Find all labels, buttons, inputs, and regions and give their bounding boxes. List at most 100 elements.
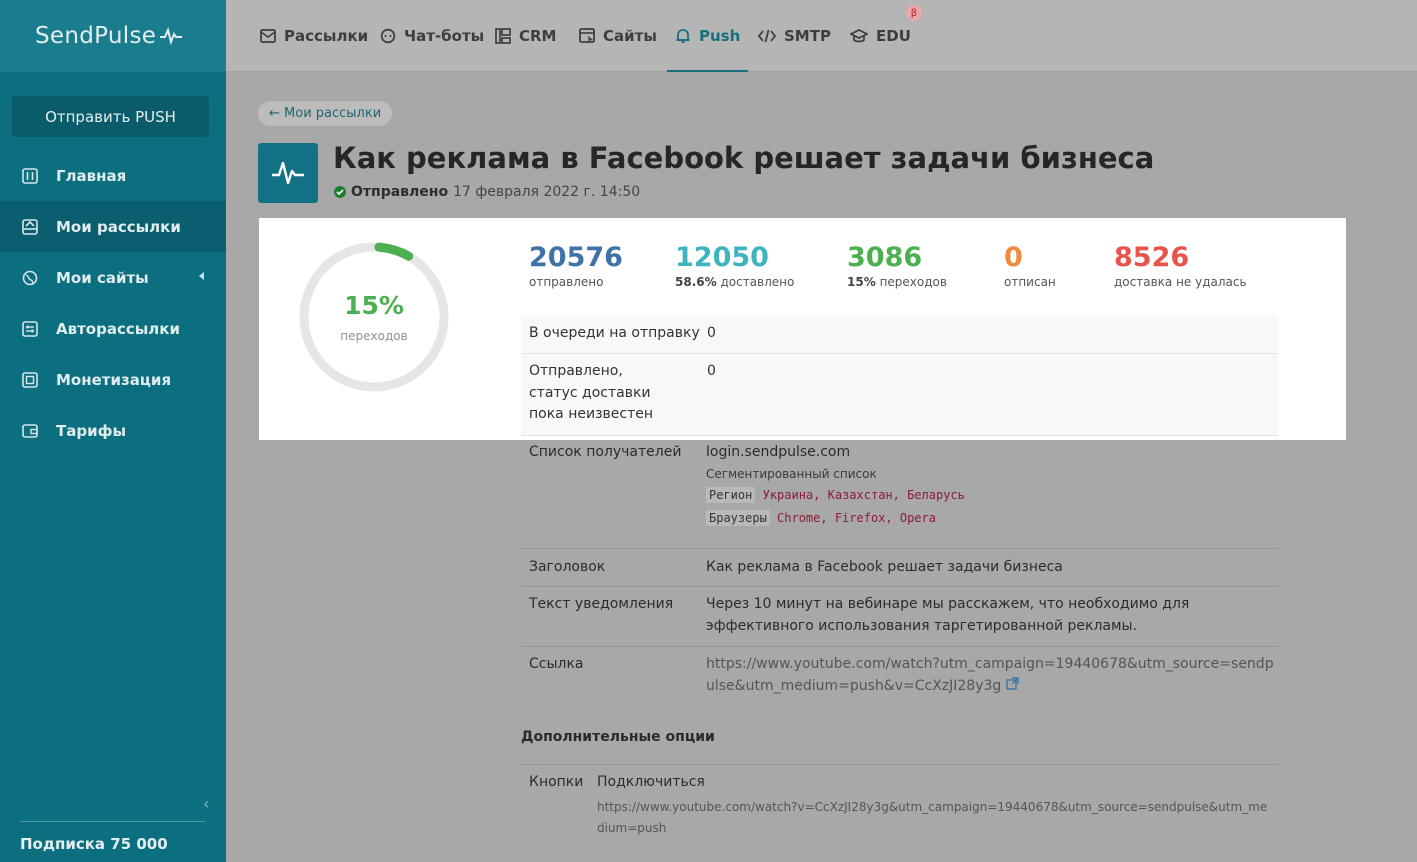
tab-label: EDU [876, 27, 911, 45]
push-button-url[interactable]: https://www.youtube.com/watch?v=CcXzJI28… [597, 797, 1272, 839]
check-circle-icon [334, 186, 346, 198]
wallet-icon [21, 422, 39, 440]
send-push-button[interactable]: Отправить PUSH [12, 96, 209, 137]
stat-delivered: 12050 58.6% доставлено [675, 241, 794, 289]
row-value: Как реклама в Facebook решает задачи биз… [706, 559, 1063, 575]
stat-label: доставка не удалась [1114, 275, 1247, 289]
row-value: 0 [707, 363, 716, 379]
notification-link[interactable]: https://www.youtube.com/watch?utm_campai… [706, 656, 1274, 694]
row-key: Кнопки [529, 774, 584, 790]
sidebar: SendPulse Отправить PUSH Главная Мои рас… [0, 0, 226, 862]
sidebar-item-home[interactable]: Главная [0, 150, 226, 201]
campaign-details: Список получателей login.sendpulse.com С… [521, 440, 1278, 707]
gauge-progress-arc [374, 242, 414, 261]
sidebar-item-label: Мои сайты [56, 268, 149, 287]
stat-number: 3086 [847, 242, 923, 273]
region-chip: Регион [706, 487, 756, 503]
tab-label: CRM [519, 27, 557, 45]
row-key: Текст уведомления [529, 596, 674, 612]
external-link-icon[interactable] [1006, 676, 1019, 694]
queue-table: В очереди на отправку 0 Отправлено, стат… [521, 316, 1278, 436]
row-value: login.sendpulse.com Сегментированный спи… [706, 442, 1278, 548]
stat-label: отправлено [529, 275, 604, 289]
gauge-label: переходов [340, 329, 408, 343]
stat-clicks: 3086 15% переходов [847, 241, 947, 289]
row-value: Через 10 минут на вебинаре мы расскажем,… [706, 596, 1190, 634]
graduation-cap-icon [850, 29, 868, 43]
site-icon [579, 28, 595, 44]
row-value: https://www.youtube.com/watch?utm_campai… [706, 654, 1278, 707]
tab-smtp[interactable]: SMTP [758, 0, 831, 72]
sidebar-item-label: Монетизация [56, 370, 172, 389]
row-key: В очереди на отправку [529, 325, 700, 341]
pulse-icon [160, 27, 183, 45]
sidebar-item-monetization[interactable]: Монетизация [0, 354, 226, 405]
tab-label: Рассылки [284, 27, 369, 45]
row-value: 0 [707, 325, 716, 341]
logo-text: SendPulse [35, 23, 157, 49]
tab-crm[interactable]: CRM [495, 0, 557, 72]
inbox-icon [21, 218, 39, 236]
browser-chip: Браузеры [706, 509, 770, 526]
status-label: Отправлено [351, 184, 449, 200]
subscription-label[interactable]: Подписка 75 000 [20, 835, 168, 853]
sidebar-divider [20, 821, 205, 822]
stat-number: 20576 [529, 242, 623, 273]
stat-label: отписан [1004, 275, 1056, 289]
table-row: В очереди на отправку 0 [521, 316, 1278, 354]
logo[interactable]: SendPulse [0, 0, 226, 72]
stat-number: 8526 [1114, 242, 1190, 273]
region-values: Украина, Казахстан, Беларусь [762, 488, 965, 502]
automation-icon [21, 320, 39, 338]
bell-icon [675, 28, 691, 44]
stat-delivery-failed: 8526 доставка не удалась [1114, 241, 1247, 289]
table-row: Текст уведомления Через 10 минут на веби… [521, 587, 1278, 647]
sidebar-item-auto-campaigns[interactable]: Авторассылки [0, 303, 226, 354]
stat-percent: 15% [847, 275, 876, 289]
buttons-row: Кнопки Подключиться https://www.youtube.… [521, 764, 1278, 835]
mail-icon [260, 29, 276, 43]
tab-push[interactable]: Push [666, 0, 749, 72]
stat-percent: 58.6% [675, 275, 717, 289]
collapse-sidebar-icon[interactable]: ‹ [203, 794, 209, 813]
sidebar-item-my-campaigns[interactable]: Мои рассылки [0, 201, 226, 252]
stats-panel: 15% переходов 20576 отправлено 12050 58.… [259, 218, 1346, 440]
recipients-site: login.sendpulse.com [706, 444, 851, 460]
back-to-campaigns-link[interactable]: ← Мои рассылки [258, 101, 393, 126]
tab-edu[interactable]: EDU [850, 0, 911, 72]
code-icon [758, 29, 776, 43]
dashboard-icon [21, 167, 39, 185]
stat-label: доставлено [720, 275, 795, 289]
campaign-pulse-icon [258, 143, 318, 203]
stat-unsubscribed: 0 отписан [1004, 241, 1056, 289]
additional-options-heading: Дополнительные опции [521, 729, 715, 745]
monetization-icon [21, 371, 39, 389]
stat-number: 12050 [675, 242, 769, 273]
tab-label: Чат-боты [404, 27, 485, 45]
tab-chatbots[interactable]: Чат-боты [380, 0, 484, 72]
tab-label: Push [699, 27, 741, 45]
table-row: Список получателей login.sendpulse.com С… [521, 440, 1278, 549]
tab-campaigns[interactable]: Рассылки [260, 0, 368, 72]
sidebar-item-my-sites[interactable]: Мои сайты [0, 252, 226, 303]
chat-icon [380, 28, 396, 44]
send-status: Отправлено 17 февраля 2022 г. 14:50 [334, 184, 640, 200]
tab-sites[interactable]: Сайты [579, 0, 657, 72]
table-row: Заголовок Как реклама в Facebook решает … [521, 549, 1278, 587]
tab-label: Сайты [603, 27, 657, 45]
table-row: Ссылка https://www.youtube.com/watch?utm… [521, 647, 1278, 707]
push-button-label: Подключиться [597, 774, 705, 790]
sidebar-item-pricing[interactable]: Тарифы [0, 405, 226, 456]
tab-label: SMTP [784, 27, 831, 45]
gauge-value: 15% [344, 291, 404, 320]
sidebar-item-label: Тарифы [56, 421, 127, 440]
expand-caret-icon[interactable] [199, 272, 204, 280]
sidebar-item-label: Главная [56, 166, 127, 185]
page-title: Как реклама в Facebook решает задачи биз… [333, 141, 1155, 175]
sidebar-item-label: Авторассылки [56, 319, 180, 338]
top-navigation: Рассылки Чат-боты CRM Сайты Push SMTP ED… [226, 0, 1417, 72]
row-key: Список получателей [529, 444, 682, 460]
stat-sent: 20576 отправлено [529, 241, 623, 289]
region-filter: Регион Украина, Казахстан, Беларусь [706, 485, 1278, 507]
row-key: Заголовок [529, 559, 606, 575]
